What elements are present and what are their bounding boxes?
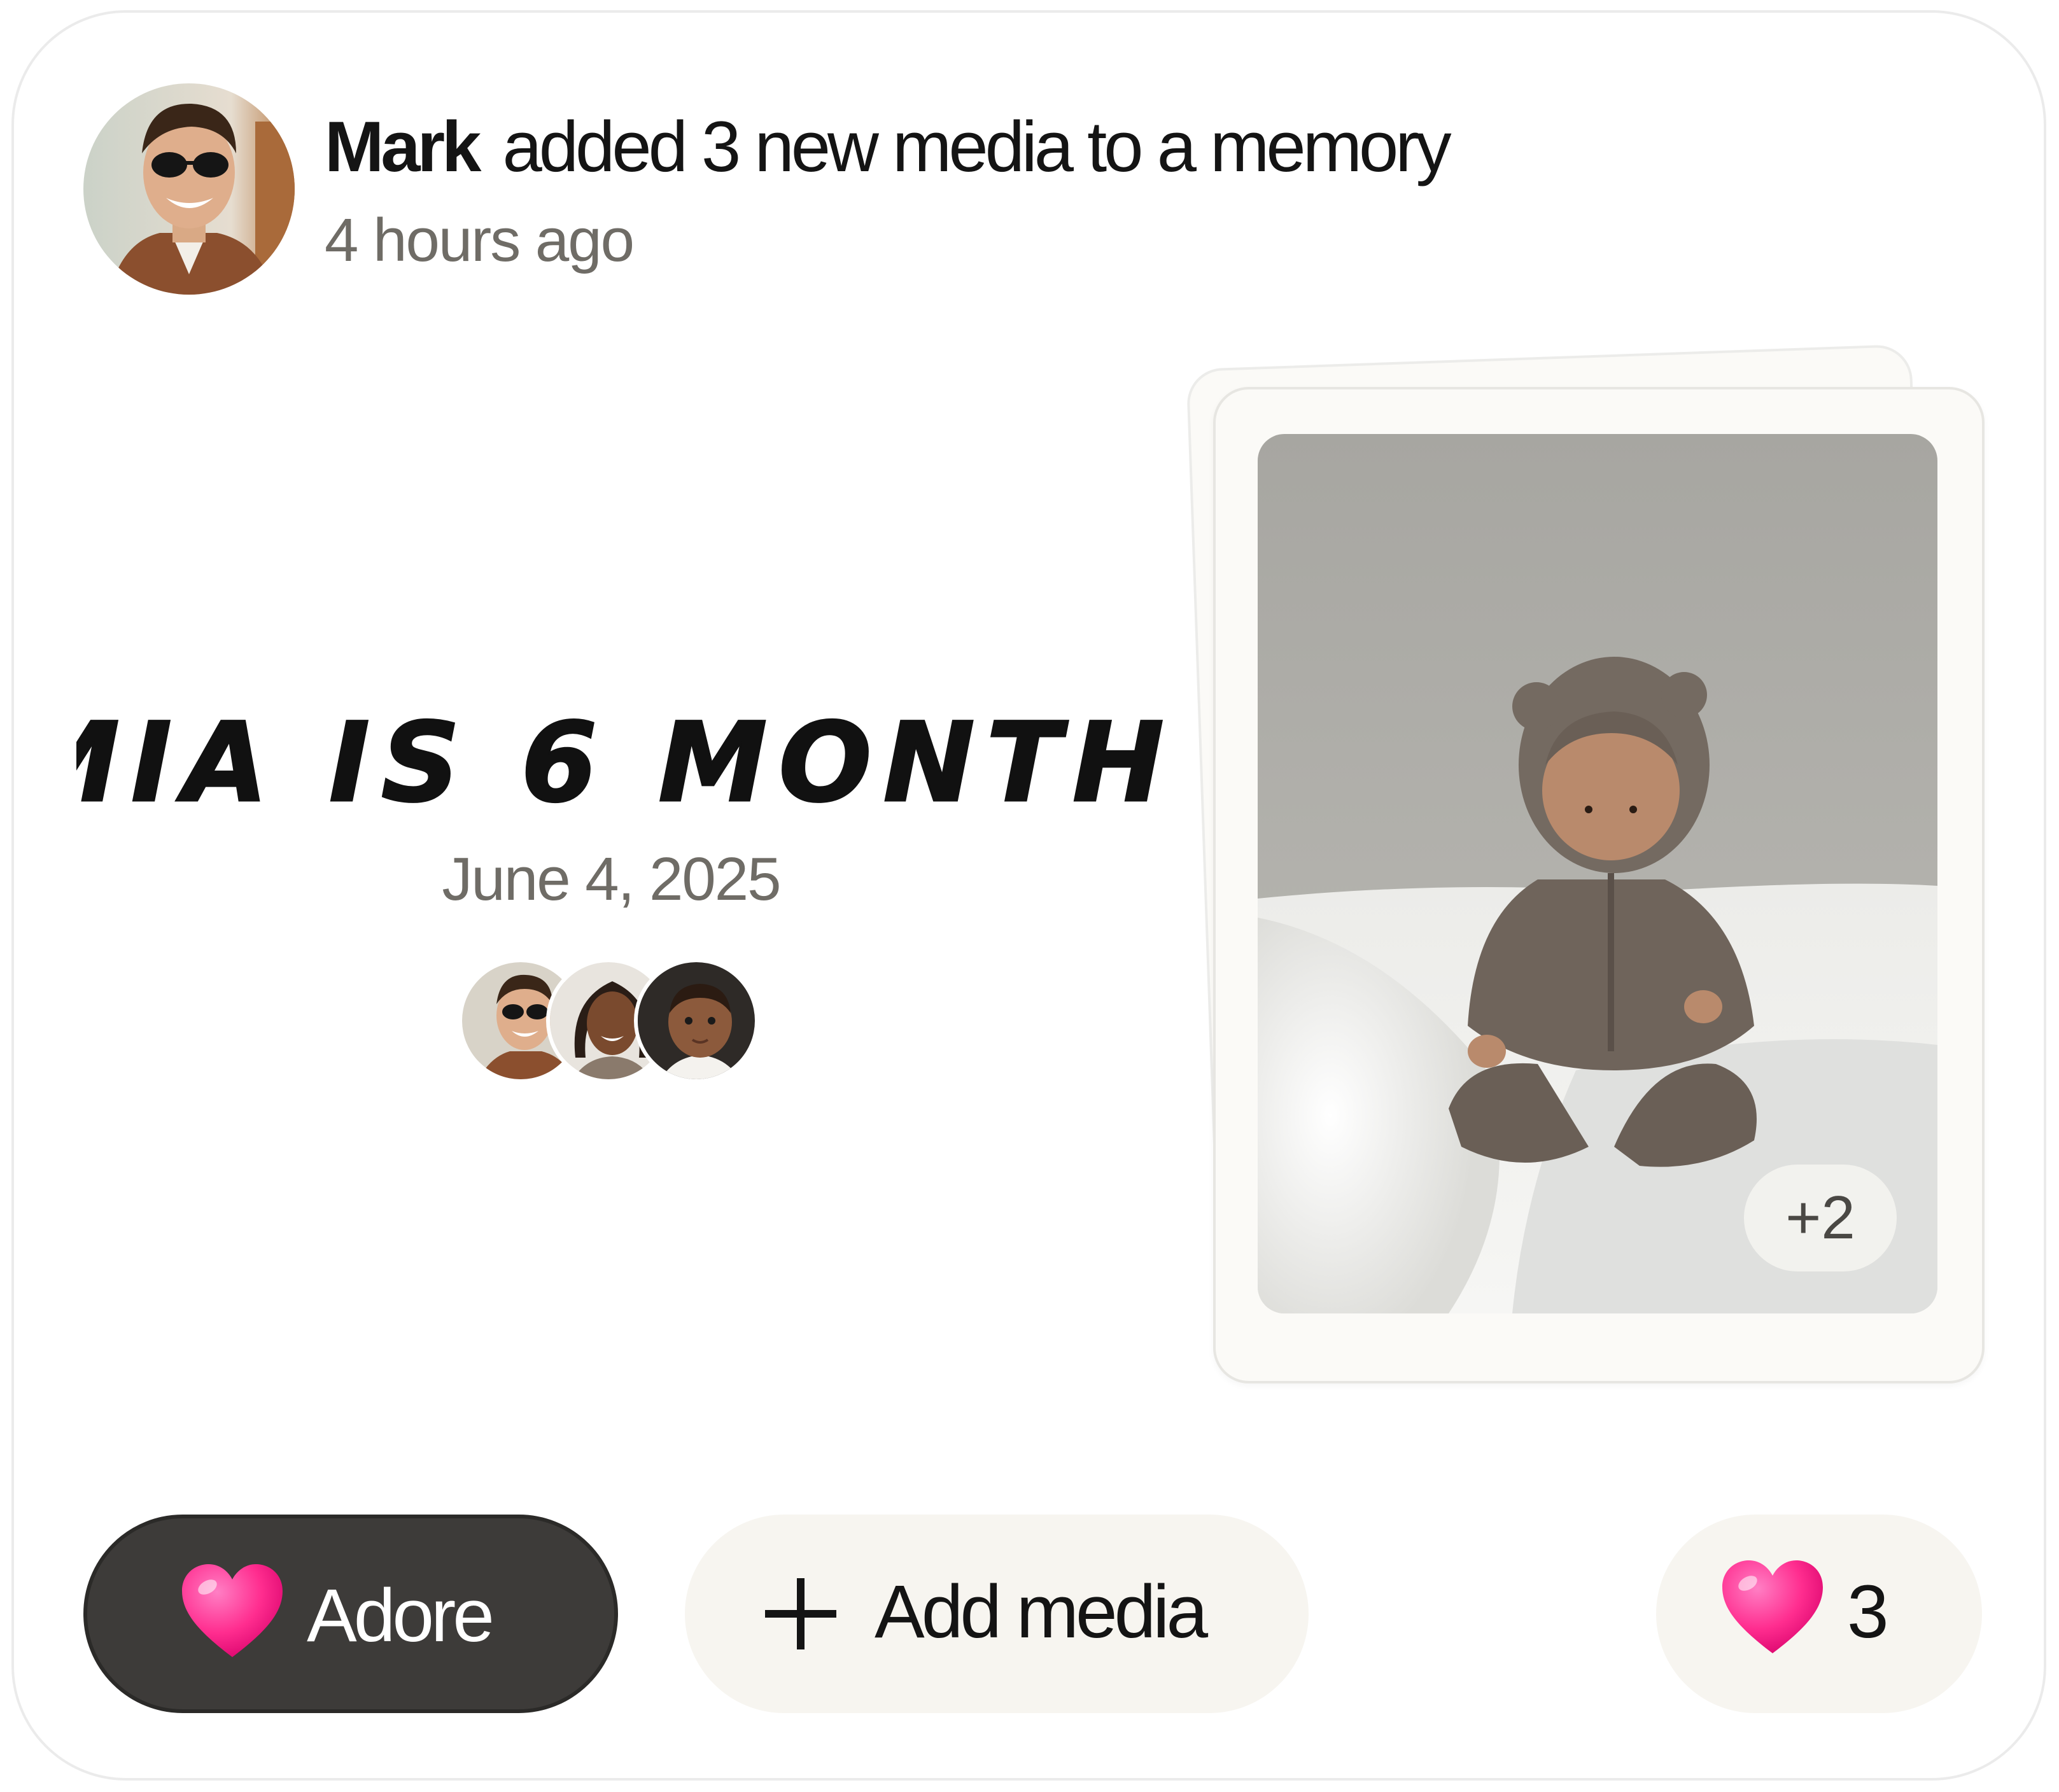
add-media-button[interactable]: Add media [685, 1515, 1309, 1713]
adore-button[interactable]: Adore [83, 1515, 618, 1713]
participant-avatar-baby [634, 958, 759, 1083]
heart-icon [179, 1562, 285, 1662]
memory-title-text: MIA IS 6 MONTH! [76, 699, 1171, 827]
timestamp: 4 hours ago [325, 206, 635, 274]
author-name[interactable]: Mark [325, 107, 481, 186]
activity-headline: Mark added 3 new media to a memory [325, 106, 1452, 188]
adore-count-button[interactable]: 3 [1656, 1515, 1982, 1713]
participants-group[interactable] [458, 958, 764, 1086]
heart-icon [1720, 1558, 1825, 1658]
adore-button-label: Adore [307, 1574, 495, 1658]
adore-count: 3 [1847, 1570, 1889, 1654]
author-avatar[interactable] [83, 83, 295, 295]
plus-icon [765, 1578, 836, 1649]
memory-title[interactable]: MIA IS 6 MONTH! [76, 675, 1171, 840]
add-media-button-label: Add media [875, 1570, 1208, 1654]
memory-date: June 4, 2025 [442, 845, 781, 913]
more-media-badge[interactable]: +2 [1744, 1165, 1897, 1271]
activity-text: added 3 new media to a memory [502, 107, 1451, 186]
